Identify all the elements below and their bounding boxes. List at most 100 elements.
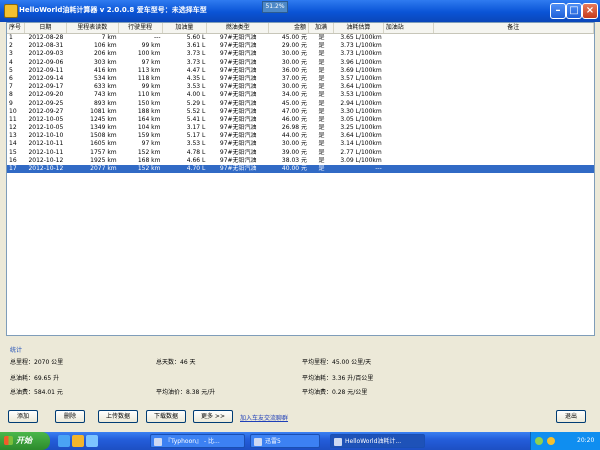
avg-price: 平均油价：8.38 元/升: [156, 389, 216, 396]
cell-fuel-type: 97#无铅汽油: [219, 74, 257, 82]
cell-date: 2012-10-11: [28, 140, 64, 148]
add-button[interactable]: 添加: [8, 410, 38, 423]
cell-date: 2012-09-17: [28, 83, 64, 91]
upload-button[interactable]: 上传数据: [98, 410, 138, 423]
task-typhoon-label: 『Typhoon』 - 比...: [165, 438, 220, 445]
cell-odometer: 303 km: [93, 58, 117, 66]
table-row[interactable]: 13 2012-10-10 1508 km 159 km 5.17 L 97#无铅汽油 44…: [7, 132, 594, 140]
cell-notes: [434, 67, 594, 75]
cell-notes: [434, 75, 594, 83]
cell-full: 是: [318, 107, 325, 115]
cell-distance: 104 km: [137, 124, 161, 132]
table-row[interactable]: 15 2012-10-11 1757 km 152 km 4.78 L 97#无铅汽油 39…: [7, 149, 594, 157]
table-row[interactable]: 14 2012-10-11 1605 km 97 km 3.53 L 97#无铅汽油 30.…: [7, 140, 594, 148]
cell-station: [384, 140, 434, 148]
cell-index: 13: [9, 132, 17, 140]
exit-button[interactable]: 退出: [556, 410, 586, 423]
start-label: 开始: [16, 436, 32, 445]
cell-fuel: 5.52 L: [186, 107, 206, 115]
cell-date: 2012-09-25: [28, 99, 64, 107]
maximize-button[interactable]: □: [566, 3, 582, 19]
cell-notes: [434, 116, 594, 124]
cell-odometer: 1757 km: [90, 148, 117, 156]
table-row[interactable]: 8 2012-09-20 743 km 110 km 4.00 L 97#无铅汽油 34.0…: [7, 91, 594, 99]
ie-icon[interactable]: [58, 435, 70, 447]
title-bar: HelloWorld油耗计算器 v 2.0.0.8 爱车型号：未选择车型 51.…: [0, 0, 600, 22]
col-date[interactable]: 日期: [25, 23, 67, 33]
table-row[interactable]: 12 2012-10-05 1349 km 104 km 3.17 L 97#无铅汽油 26…: [7, 124, 594, 132]
task-xunlei[interactable]: 迅雷5: [250, 434, 320, 448]
table-body: 1 2012-08-28 7 km --- 5.60 L 97#无铅汽油 45.00 元是3…: [7, 34, 594, 174]
col-notes[interactable]: 备注: [434, 23, 594, 33]
cell-full: 是: [318, 115, 325, 123]
cell-index: 14: [9, 140, 17, 148]
col-distance[interactable]: 行驶里程: [119, 23, 163, 33]
tray-network-icon[interactable]: [535, 437, 543, 445]
cell-odometer: 7 km: [101, 34, 117, 41]
col-consumption[interactable]: 油耗估算: [334, 23, 384, 33]
table-row[interactable]: 16 2012-10-12 1925 km 168 km 4.66 L 97#无铅汽油 38…: [7, 157, 594, 165]
delete-button[interactable]: 删除: [55, 410, 85, 423]
task-typhoon[interactable]: 『Typhoon』 - 比...: [150, 434, 245, 448]
cell-notes: [434, 83, 594, 91]
task-fuel-calculator[interactable]: HelloWorld油耗计...: [330, 434, 425, 448]
avg-mileage: 平均里程：45.00 公里/天: [302, 359, 372, 366]
cell-full: 是: [318, 156, 325, 164]
cell-index: 12: [9, 124, 17, 132]
cell-fuel-type: 97#无铅汽油: [219, 34, 257, 41]
cell-fuel-type: 97#无铅汽油: [219, 124, 257, 132]
folder-icon[interactable]: [72, 435, 84, 447]
col-fuel-amount[interactable]: 加油量: [163, 23, 208, 33]
cell-distance: 97 km: [141, 140, 161, 148]
table-row[interactable]: 3 2012-09-03 206 km 100 km 3.73 L 97#无铅汽油 30.0…: [7, 50, 594, 58]
cell-notes: [434, 50, 594, 58]
stats-label: 统计: [10, 347, 23, 354]
minimize-button[interactable]: –: [550, 3, 566, 19]
table-row[interactable]: 9 2012-09-25 893 km 150 km 5.29 L 97#无铅汽油 45.0…: [7, 100, 594, 108]
cell-odometer: 893 km: [93, 99, 117, 107]
table-row[interactable]: 10 2012-09-27 1081 km 188 km 5.52 L 97#无铅汽油 47…: [7, 108, 594, 116]
join-group-link[interactable]: 加入车友交流聊群: [240, 413, 288, 422]
table-row[interactable]: 2 2012-08-31 106 km 99 km 3.61 L 97#无铅汽油 29.00…: [7, 42, 594, 50]
col-odometer[interactable]: 里程表读数: [67, 23, 119, 33]
table-row[interactable]: 6 2012-09-14 534 km 118 km 4.35 L 97#无铅汽油 37.0…: [7, 75, 594, 83]
media-icon[interactable]: [86, 435, 98, 447]
table-row[interactable]: 1 2012-08-28 7 km --- 5.60 L 97#无铅汽油 45.00 元 是 3…: [7, 34, 594, 42]
cell-odometer: 1605 km: [90, 140, 117, 148]
cell-distance: 188 km: [137, 107, 161, 115]
col-fuel-type[interactable]: 燃油类型: [207, 23, 270, 33]
cell-index: 7: [9, 83, 13, 91]
cell-notes: [434, 100, 594, 108]
table-row[interactable]: 11 2012-10-05 1245 km 164 km 5.41 L 97#无铅汽油 46…: [7, 116, 594, 124]
table-row[interactable]: 4 2012-09-06 303 km 97 km 3.73 L 97#无铅汽油 30.00…: [7, 59, 594, 67]
cell-consumption: 3.64 L/100km: [340, 132, 382, 140]
more-button[interactable]: 更多 >>: [193, 410, 233, 423]
col-full[interactable]: 加满: [309, 23, 334, 33]
cell-full: 是: [318, 34, 325, 41]
cell-distance: 110 km: [137, 91, 161, 99]
start-button[interactable]: 开始: [0, 432, 50, 450]
taskbar: 开始 『Typhoon』 - 比... 迅雷5 HelloWorld油耗计...…: [0, 432, 600, 450]
cell-station: [384, 124, 434, 132]
table-row[interactable]: 7 2012-09-17 633 km 99 km 3.53 L 97#无铅汽油 30.00…: [7, 83, 594, 91]
table-row[interactable]: 17 2012-10-12 2077 km 152 km 4.70 L 97#无铅汽油 40…: [7, 165, 594, 174]
cell-index: 4: [9, 58, 13, 66]
tray-volume-icon[interactable]: [547, 437, 555, 445]
cell-consumption: 3.73 L/100km: [340, 50, 382, 58]
col-index[interactable]: 序号: [7, 23, 25, 33]
cell-odometer: 106 km: [93, 42, 117, 50]
cell-index: 1: [9, 34, 13, 41]
cell-cost: 30.00 元: [281, 140, 307, 148]
download-button[interactable]: 下载数据: [146, 410, 186, 423]
stats-panel: 统计 总里程：2070 公里 总天数：46 天 平均里程：45.00 公里/天 …: [6, 343, 595, 405]
cell-fuel: 5.29 L: [186, 99, 206, 107]
cell-consumption: 3.57 L/100km: [340, 74, 382, 82]
close-button[interactable]: ×: [582, 3, 598, 19]
cell-fuel: 3.61 L: [186, 42, 206, 50]
fuel-records-table[interactable]: 序号 日期 里程表读数 行驶里程 加油量 燃油类型 金额 加满 油耗估算 加油站…: [6, 22, 595, 336]
table-row[interactable]: 5 2012-09-11 416 km 113 km 4.47 L 97#无铅汽油 36.0…: [7, 67, 594, 75]
col-cost[interactable]: 金额: [269, 23, 309, 33]
cell-date: 2012-10-12: [28, 165, 64, 172]
cell-full: 是: [318, 83, 325, 91]
col-station[interactable]: 加油站: [384, 23, 434, 33]
